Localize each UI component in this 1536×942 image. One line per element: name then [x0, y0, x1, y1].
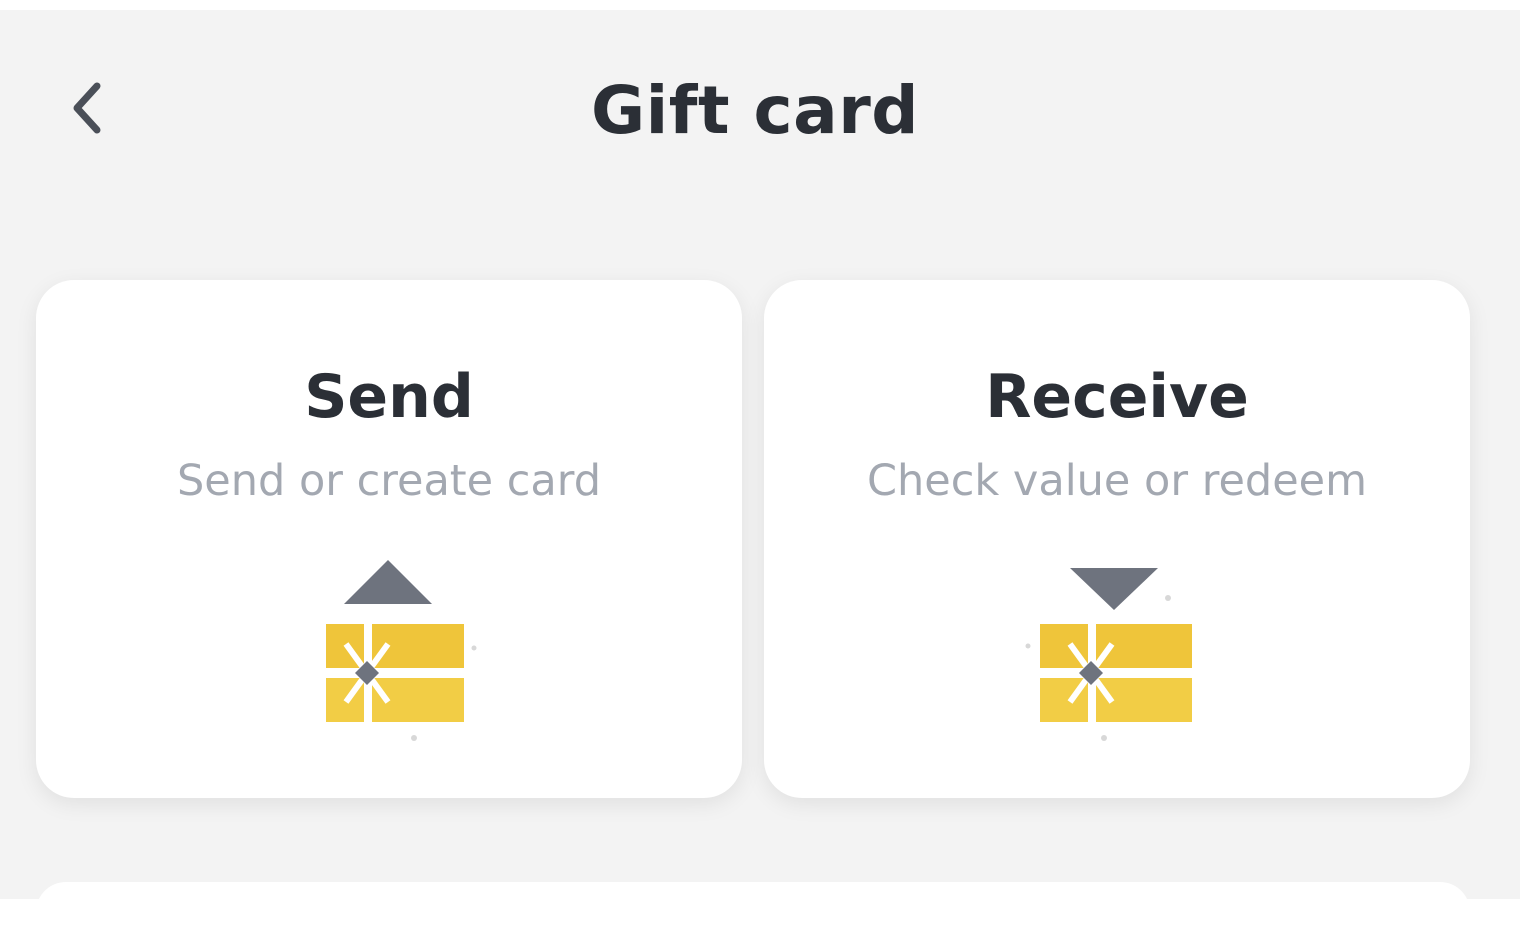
- gift-send-icon: [326, 560, 477, 741]
- receive-card-subtitle: Check value or redeem: [866, 456, 1367, 506]
- receive-card[interactable]: Receive Check value or redeem: [764, 280, 1470, 798]
- gift-receive-icon: [1025, 568, 1192, 741]
- page-title: Gift card: [591, 72, 919, 149]
- gift-card-screen: Gift card Send Send or create card Recei…: [0, 10, 1520, 942]
- send-card-title: Send: [304, 362, 474, 432]
- send-card[interactable]: Send Send or create card: [36, 280, 742, 798]
- send-card-subtitle: Send or create card: [177, 456, 601, 506]
- header: Gift card: [0, 10, 1520, 210]
- receive-card-title: Receive: [985, 362, 1249, 432]
- bottom-panel: [36, 882, 1470, 942]
